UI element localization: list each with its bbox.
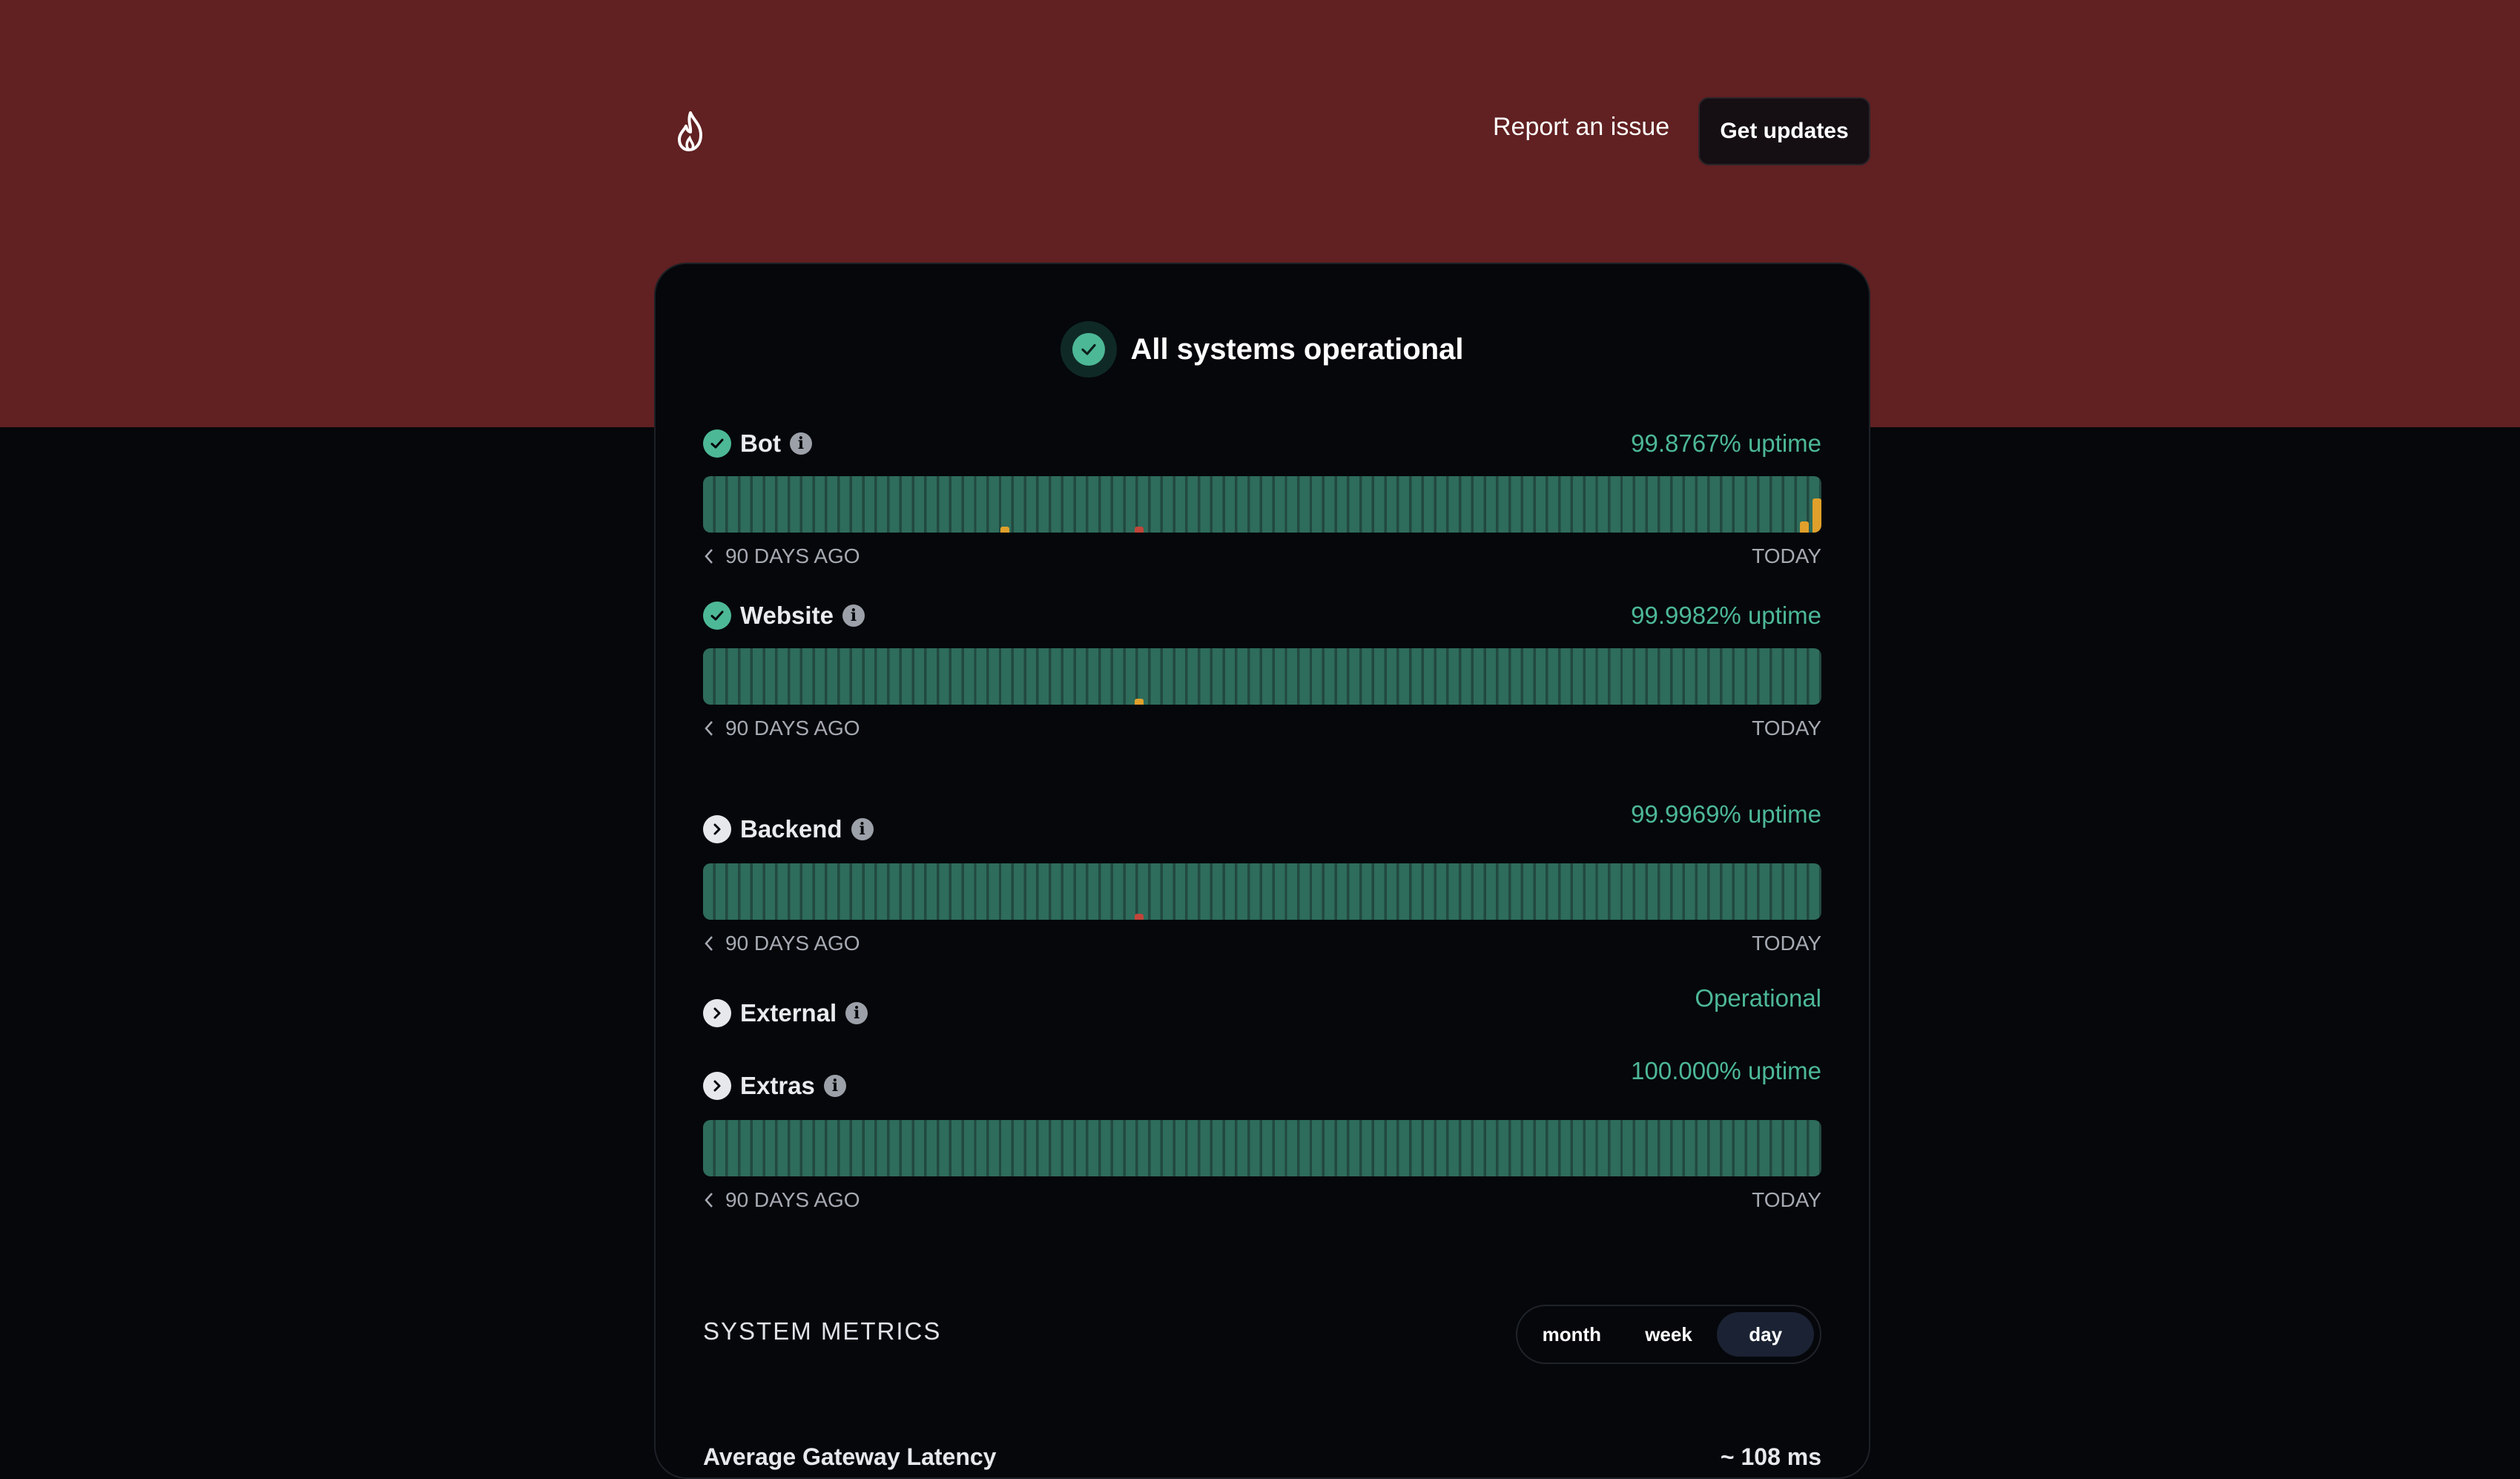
period-start-label: 90 DAYS AGO	[725, 932, 860, 955]
component-name: External	[740, 999, 837, 1027]
chevron-right-icon[interactable]	[703, 999, 731, 1027]
previous-period-button[interactable]: 90 DAYS AGO	[703, 544, 860, 568]
period-end-label: TODAY	[1752, 932, 1821, 955]
incident-marker[interactable]	[1135, 699, 1144, 705]
overall-status: All systems operational	[656, 320, 1869, 379]
previous-period-button[interactable]: 90 DAYS AGO	[703, 717, 860, 740]
component-name: Bot	[740, 429, 781, 457]
chevron-right-icon[interactable]	[703, 815, 731, 843]
chevron-left-icon	[705, 721, 713, 736]
check-circle-icon	[703, 429, 731, 458]
flame-icon[interactable]	[671, 110, 710, 154]
get-updates-button[interactable]: Get updates	[1698, 97, 1870, 165]
uptime-value: 99.9969% uptime	[1631, 800, 1821, 828]
incident-marker[interactable]	[1800, 521, 1809, 533]
info-icon[interactable]: i	[789, 432, 812, 455]
period-end-label: TODAY	[1752, 544, 1821, 567]
uptime-value: 99.9982% uptime	[1631, 602, 1821, 629]
info-icon[interactable]: i	[823, 1075, 846, 1097]
uptime-bar[interactable]	[703, 648, 1821, 705]
component-extras: Extras i 100.000% uptime 90 DAYS AGO TOD…	[703, 1049, 1821, 1211]
overall-status-text: All systems operational	[1130, 332, 1464, 366]
period-start-label: 90 DAYS AGO	[725, 544, 860, 567]
latency-value: ~ 108 ms	[1720, 1443, 1821, 1470]
report-issue-link[interactable]: Report an issue	[1493, 113, 1669, 142]
page-header: Report an issue Get updates	[0, 0, 2520, 260]
chevron-right-icon[interactable]	[703, 1072, 731, 1100]
component-external-row: External i Operational	[703, 976, 1821, 1035]
status-card: All systems operational Bot i 99.8767% u…	[654, 263, 1870, 1479]
incident-marker[interactable]	[1135, 527, 1144, 533]
metrics-period-tabs: month week day	[1516, 1305, 1821, 1364]
chevron-left-icon	[705, 1193, 713, 1208]
component-bot: Bot i 99.8767% uptime 90 DAYS AGO TODAY	[703, 421, 1821, 567]
component-backend: Backend i 99.9969% uptime 90 DAYS AGO TO…	[703, 792, 1821, 955]
latency-label: Average Gateway Latency	[703, 1443, 997, 1470]
uptime-bar[interactable]	[703, 476, 1821, 533]
incident-marker[interactable]	[1813, 498, 1821, 533]
component-name: Extras	[740, 1072, 815, 1099]
info-icon[interactable]: i	[842, 605, 865, 627]
uptime-bar[interactable]	[703, 863, 1821, 920]
metrics-title: SYSTEM METRICS	[703, 1317, 942, 1345]
incident-marker[interactable]	[1000, 527, 1009, 533]
uptime-bar[interactable]	[703, 1120, 1821, 1176]
info-icon[interactable]: i	[851, 818, 874, 840]
period-end-label: TODAY	[1752, 1188, 1821, 1211]
info-icon[interactable]: i	[845, 1002, 868, 1024]
previous-period-button[interactable]: 90 DAYS AGO	[703, 1188, 860, 1212]
uptime-value: 100.000% uptime	[1631, 1057, 1821, 1084]
component-website: Website i 99.9982% uptime 90 DAYS AGO TO…	[703, 593, 1821, 740]
incident-marker[interactable]	[1135, 914, 1144, 920]
period-start-label: 90 DAYS AGO	[725, 717, 860, 740]
previous-period-button[interactable]: 90 DAYS AGO	[703, 932, 860, 955]
component-name: Website	[740, 602, 834, 629]
component-name: Backend	[740, 815, 842, 843]
check-circle-icon	[703, 602, 731, 630]
tab-day[interactable]: day	[1717, 1312, 1815, 1357]
tab-week[interactable]: week	[1620, 1312, 1718, 1357]
uptime-value: 99.8767% uptime	[1631, 429, 1821, 457]
tab-month[interactable]: month	[1523, 1312, 1620, 1357]
period-start-label: 90 DAYS AGO	[725, 1188, 860, 1211]
chevron-left-icon	[705, 549, 713, 564]
chevron-left-icon	[705, 936, 713, 951]
period-end-label: TODAY	[1752, 717, 1821, 740]
status-value: Operational	[1695, 984, 1821, 1012]
check-circle-icon	[1061, 321, 1118, 378]
